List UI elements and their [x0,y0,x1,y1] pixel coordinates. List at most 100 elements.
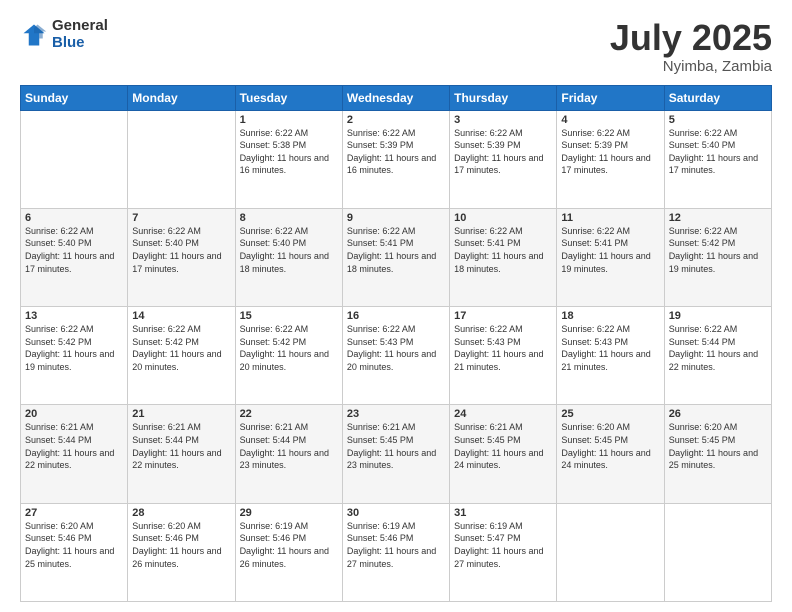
table-row: 30Sunrise: 6:19 AMSunset: 5:46 PMDayligh… [342,503,449,601]
day-number: 17 [454,310,552,322]
day-info: Sunrise: 6:21 AMSunset: 5:44 PMDaylight:… [240,421,338,471]
table-row: 10Sunrise: 6:22 AMSunset: 5:41 PMDayligh… [450,208,557,306]
day-number: 2 [347,114,445,126]
day-number: 12 [669,212,767,224]
day-info: Sunrise: 6:20 AMSunset: 5:46 PMDaylight:… [132,520,230,570]
day-number: 4 [561,114,659,126]
day-info: Sunrise: 6:22 AMSunset: 5:38 PMDaylight:… [240,127,338,177]
day-number: 22 [240,408,338,420]
day-info: Sunrise: 6:22 AMSunset: 5:39 PMDaylight:… [454,127,552,177]
col-thursday: Thursday [450,85,557,110]
day-number: 30 [347,507,445,519]
day-number: 6 [25,212,123,224]
day-info: Sunrise: 6:22 AMSunset: 5:43 PMDaylight:… [561,323,659,373]
page: General Blue July 2025 Nyimba, Zambia Su… [0,0,792,612]
day-number: 8 [240,212,338,224]
day-number: 5 [669,114,767,126]
day-info: Sunrise: 6:22 AMSunset: 5:43 PMDaylight:… [454,323,552,373]
day-info: Sunrise: 6:22 AMSunset: 5:42 PMDaylight:… [669,225,767,275]
table-row [664,503,771,601]
table-row: 17Sunrise: 6:22 AMSunset: 5:43 PMDayligh… [450,307,557,405]
day-number: 10 [454,212,552,224]
col-saturday: Saturday [664,85,771,110]
table-row: 16Sunrise: 6:22 AMSunset: 5:43 PMDayligh… [342,307,449,405]
logo-blue: Blue [52,35,108,52]
table-row: 20Sunrise: 6:21 AMSunset: 5:44 PMDayligh… [21,405,128,503]
calendar-header-row: Sunday Monday Tuesday Wednesday Thursday… [21,85,772,110]
table-row: 5Sunrise: 6:22 AMSunset: 5:40 PMDaylight… [664,110,771,208]
day-number: 14 [132,310,230,322]
table-row: 22Sunrise: 6:21 AMSunset: 5:44 PMDayligh… [235,405,342,503]
day-info: Sunrise: 6:22 AMSunset: 5:41 PMDaylight:… [561,225,659,275]
day-info: Sunrise: 6:22 AMSunset: 5:39 PMDaylight:… [347,127,445,177]
col-wednesday: Wednesday [342,85,449,110]
table-row: 8Sunrise: 6:22 AMSunset: 5:40 PMDaylight… [235,208,342,306]
day-number: 1 [240,114,338,126]
day-info: Sunrise: 6:22 AMSunset: 5:44 PMDaylight:… [669,323,767,373]
title-location: Nyimba, Zambia [610,58,772,75]
day-number: 23 [347,408,445,420]
day-number: 18 [561,310,659,322]
day-info: Sunrise: 6:21 AMSunset: 5:44 PMDaylight:… [132,421,230,471]
table-row: 31Sunrise: 6:19 AMSunset: 5:47 PMDayligh… [450,503,557,601]
table-row: 14Sunrise: 6:22 AMSunset: 5:42 PMDayligh… [128,307,235,405]
table-row: 15Sunrise: 6:22 AMSunset: 5:42 PMDayligh… [235,307,342,405]
table-row: 29Sunrise: 6:19 AMSunset: 5:46 PMDayligh… [235,503,342,601]
day-info: Sunrise: 6:22 AMSunset: 5:42 PMDaylight:… [25,323,123,373]
day-number: 13 [25,310,123,322]
day-number: 15 [240,310,338,322]
table-row: 28Sunrise: 6:20 AMSunset: 5:46 PMDayligh… [128,503,235,601]
day-number: 24 [454,408,552,420]
table-row: 19Sunrise: 6:22 AMSunset: 5:44 PMDayligh… [664,307,771,405]
day-number: 31 [454,507,552,519]
table-row: 11Sunrise: 6:22 AMSunset: 5:41 PMDayligh… [557,208,664,306]
table-row [128,110,235,208]
day-info: Sunrise: 6:21 AMSunset: 5:44 PMDaylight:… [25,421,123,471]
day-number: 3 [454,114,552,126]
day-info: Sunrise: 6:22 AMSunset: 5:41 PMDaylight:… [347,225,445,275]
calendar-week-0: 1Sunrise: 6:22 AMSunset: 5:38 PMDaylight… [21,110,772,208]
table-row: 21Sunrise: 6:21 AMSunset: 5:44 PMDayligh… [128,405,235,503]
day-number: 9 [347,212,445,224]
calendar-week-3: 20Sunrise: 6:21 AMSunset: 5:44 PMDayligh… [21,405,772,503]
col-sunday: Sunday [21,85,128,110]
day-info: Sunrise: 6:22 AMSunset: 5:42 PMDaylight:… [132,323,230,373]
title-month: July 2025 [610,18,772,58]
day-info: Sunrise: 6:22 AMSunset: 5:40 PMDaylight:… [669,127,767,177]
table-row: 9Sunrise: 6:22 AMSunset: 5:41 PMDaylight… [342,208,449,306]
table-row: 3Sunrise: 6:22 AMSunset: 5:39 PMDaylight… [450,110,557,208]
day-info: Sunrise: 6:22 AMSunset: 5:40 PMDaylight:… [240,225,338,275]
logo: General Blue [20,18,108,51]
day-number: 28 [132,507,230,519]
col-monday: Monday [128,85,235,110]
table-row [557,503,664,601]
table-row: 24Sunrise: 6:21 AMSunset: 5:45 PMDayligh… [450,405,557,503]
table-row: 13Sunrise: 6:22 AMSunset: 5:42 PMDayligh… [21,307,128,405]
table-row: 7Sunrise: 6:22 AMSunset: 5:40 PMDaylight… [128,208,235,306]
day-number: 7 [132,212,230,224]
table-row: 2Sunrise: 6:22 AMSunset: 5:39 PMDaylight… [342,110,449,208]
logo-icon [20,21,48,49]
day-info: Sunrise: 6:19 AMSunset: 5:46 PMDaylight:… [240,520,338,570]
day-number: 16 [347,310,445,322]
day-number: 25 [561,408,659,420]
col-friday: Friday [557,85,664,110]
title-block: July 2025 Nyimba, Zambia [610,18,772,75]
table-row: 1Sunrise: 6:22 AMSunset: 5:38 PMDaylight… [235,110,342,208]
day-info: Sunrise: 6:22 AMSunset: 5:41 PMDaylight:… [454,225,552,275]
table-row [21,110,128,208]
day-info: Sunrise: 6:22 AMSunset: 5:39 PMDaylight:… [561,127,659,177]
table-row: 25Sunrise: 6:20 AMSunset: 5:45 PMDayligh… [557,405,664,503]
day-info: Sunrise: 6:20 AMSunset: 5:46 PMDaylight:… [25,520,123,570]
day-info: Sunrise: 6:21 AMSunset: 5:45 PMDaylight:… [454,421,552,471]
table-row: 23Sunrise: 6:21 AMSunset: 5:45 PMDayligh… [342,405,449,503]
day-number: 19 [669,310,767,322]
calendar-week-1: 6 Sunrise: 6:22 AMSunset: 5:40 PMDaylight… [21,208,772,306]
table-row: 26Sunrise: 6:20 AMSunset: 5:45 PMDayligh… [664,405,771,503]
day-number: 20 [25,408,123,420]
calendar-week-2: 13Sunrise: 6:22 AMSunset: 5:42 PMDayligh… [21,307,772,405]
calendar-table: Sunday Monday Tuesday Wednesday Thursday… [20,85,772,602]
day-info: Sunrise: 6:19 AMSunset: 5:47 PMDaylight:… [454,520,552,570]
day-info: Sunrise: 6:20 AMSunset: 5:45 PMDaylight:… [669,421,767,471]
day-number: 21 [132,408,230,420]
